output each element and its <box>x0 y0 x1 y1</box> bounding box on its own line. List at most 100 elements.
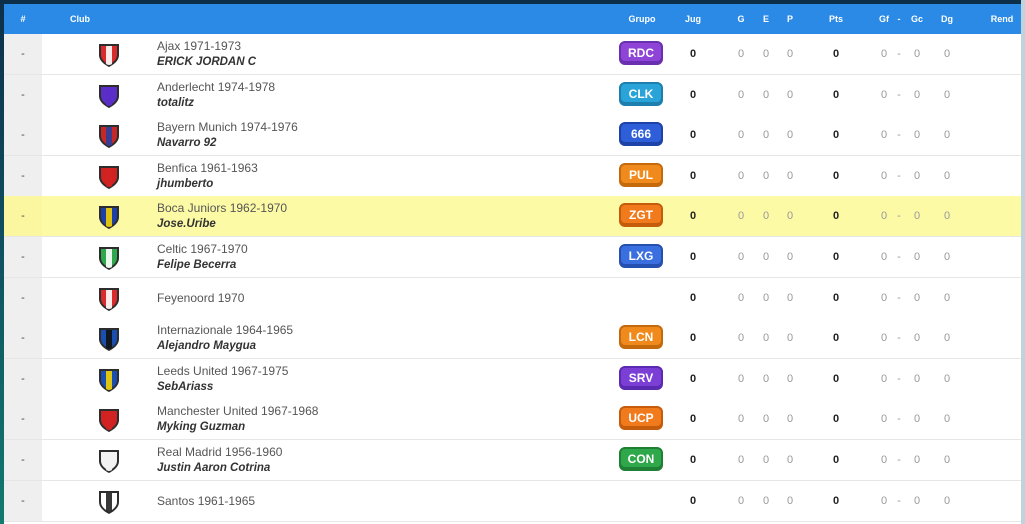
position-cell: - <box>4 196 42 237</box>
stat-dg: 0 <box>943 332 951 345</box>
stat-p: 0 <box>786 454 794 466</box>
group-badge[interactable]: LCN <box>619 325 663 348</box>
club-name[interactable]: Internazionale 1964-1965 <box>157 323 293 337</box>
stat-p: 0 <box>786 494 794 507</box>
header-grupo[interactable]: Grupo <box>629 14 656 24</box>
stat-g: 0 <box>737 88 745 101</box>
manager-name[interactable]: Navarro 92 <box>157 137 216 149</box>
table-row[interactable]: - Boca Juniors 1962-1970 Jose.Uribe ZGT 0 0 0 0… <box>4 196 1025 238</box>
position: - <box>21 169 25 182</box>
stat-gc: 0 <box>913 332 921 345</box>
stat-p: 0 <box>786 88 794 101</box>
club-name[interactable]: Santos 1961-1965 <box>157 494 255 508</box>
header-pts[interactable]: Pts <box>829 14 843 24</box>
ajax-crest-icon <box>99 44 119 67</box>
header-jug[interactable]: Jug <box>685 14 701 24</box>
header-gf[interactable]: Gf <box>879 14 889 24</box>
manager-name[interactable]: ERICK JORDAN C <box>157 56 256 68</box>
stat-gc: 0 <box>913 291 921 304</box>
stat-g: 0 <box>737 372 745 385</box>
position-cell: - <box>4 277 42 318</box>
stat-dg: 0 <box>943 48 951 60</box>
boca-crest-icon <box>99 206 119 230</box>
manager-name[interactable]: Jose.Uribe <box>157 218 216 230</box>
stat-gf: 0 <box>880 251 888 263</box>
stat-jug: 0 <box>689 169 697 182</box>
group-badge[interactable]: PUL <box>619 162 663 185</box>
header-e[interactable]: E <box>763 14 769 24</box>
group-badge[interactable]: 666 <box>619 122 663 145</box>
table-row[interactable]: - Anderlecht 1974-1978 totalitz CLK 0 0 0 0 0 0-0… <box>4 74 1025 116</box>
manager-name[interactable]: Justin Aaron Cotrina <box>157 462 270 474</box>
stat-sep: - <box>897 48 901 60</box>
header-rend[interactable]: Rend <box>991 14 1014 24</box>
stat-g: 0 <box>737 291 745 304</box>
stat-jug: 0 <box>689 48 697 60</box>
stat-dg: 0 <box>943 251 951 263</box>
scrollbar[interactable] <box>1021 0 1025 524</box>
group-badge[interactable]: SRV <box>619 365 663 388</box>
stat-g: 0 <box>737 210 745 223</box>
group-badge[interactable]: UCP <box>619 406 663 429</box>
table-row[interactable]: - Internazionale 1964-1965 Alejandro Maygu… <box>4 318 1025 360</box>
table-row[interactable]: - Real Madrid 1956-1960 Justin Aaron Cotri… <box>4 440 1025 481</box>
stat-gc: 0 <box>913 88 921 101</box>
group-badge[interactable]: LXG <box>619 244 663 266</box>
stat-sep: - <box>897 454 901 466</box>
table-row[interactable]: - Celtic 1967-1970 Felipe Becerra LXG 0 0 0 0 0 0… <box>4 237 1025 278</box>
group-badge[interactable]: ZGT <box>619 203 663 226</box>
header-p[interactable]: P <box>787 14 793 24</box>
manager-name[interactable]: Alejandro Maygua <box>157 340 256 352</box>
stat-jug: 0 <box>689 129 697 142</box>
position-cell: - <box>4 34 42 74</box>
manager-name[interactable]: Myking Guzman <box>157 421 245 433</box>
stat-gf: 0 <box>880 413 888 426</box>
position-cell: - <box>4 237 42 277</box>
table-row[interactable]: - Ajax 1971-1973 ERICK JORDAN C RDC 0 0 0 0 0 0-0… <box>4 34 1025 75</box>
realmadrid-crest-icon <box>99 450 119 473</box>
club-name[interactable]: Ajax 1971-1973 <box>157 39 241 53</box>
stat-p: 0 <box>786 169 794 182</box>
position: - <box>21 251 25 263</box>
stat-sep: - <box>897 210 901 223</box>
group-badge[interactable]: CON <box>619 447 663 469</box>
manager-name[interactable]: SebAriass <box>157 381 213 393</box>
table-row[interactable]: - Manchester United 1967-1968 Myking Guzma… <box>4 399 1025 441</box>
stat-gf: 0 <box>880 454 888 466</box>
stat-jug: 0 <box>689 88 697 101</box>
club-name[interactable]: Celtic 1967-1970 <box>157 242 248 256</box>
position: - <box>21 210 25 223</box>
manager-name[interactable]: Felipe Becerra <box>157 259 236 271</box>
table-row[interactable]: - Benfica 1961-1963 jhumberto PUL 0 0 0 0 0 0-0 0 <box>4 155 1025 197</box>
inter-crest-icon <box>99 328 119 352</box>
stat-pts: 0 <box>832 251 840 263</box>
header-gc[interactable]: Gc <box>911 14 923 24</box>
table-row[interactable]: - Feyenoord 1970 0 0 0 0 0 0-0 0 <box>4 277 1025 319</box>
club-name[interactable]: Boca Juniors 1962-1970 <box>157 201 287 215</box>
table-row[interactable]: - Bayern Munich 1974-1976 Navarro 92 666 0 0 0… <box>4 115 1025 157</box>
header-dg[interactable]: Dg <box>941 14 953 24</box>
stat-dg: 0 <box>943 169 951 182</box>
stat-dg: 0 <box>943 413 951 426</box>
header-club[interactable]: Club <box>70 14 90 24</box>
manager-name[interactable]: jhumberto <box>157 178 213 190</box>
club-name[interactable]: Manchester United 1967-1968 <box>157 404 318 418</box>
stat-jug: 0 <box>689 413 697 426</box>
position-cell: - <box>4 155 42 196</box>
club-name[interactable]: Anderlecht 1974-1978 <box>157 80 275 94</box>
stat-pts: 0 <box>832 413 840 426</box>
header-g[interactable]: G <box>737 14 744 24</box>
manager-name[interactable]: totalitz <box>157 97 194 109</box>
stat-gf: 0 <box>880 48 888 60</box>
club-name[interactable]: Real Madrid 1956-1960 <box>157 445 282 459</box>
table-row[interactable]: - Leeds United 1967-1975 SebAriass SRV 0 0 0 0 0… <box>4 358 1025 400</box>
club-name[interactable]: Bayern Munich 1974-1976 <box>157 120 298 134</box>
group-badge[interactable]: CLK <box>619 81 663 104</box>
table-row[interactable]: - Santos 1961-1965 0 0 0 0 0 0-0 0 <box>4 480 1025 522</box>
club-name[interactable]: Feyenoord 1970 <box>157 291 244 305</box>
club-name[interactable]: Leeds United 1967-1975 <box>157 364 288 378</box>
club-name[interactable]: Benfica 1961-1963 <box>157 161 258 175</box>
group-badge[interactable]: RDC <box>619 41 663 63</box>
position: - <box>21 332 25 345</box>
stat-e: 0 <box>762 291 770 304</box>
